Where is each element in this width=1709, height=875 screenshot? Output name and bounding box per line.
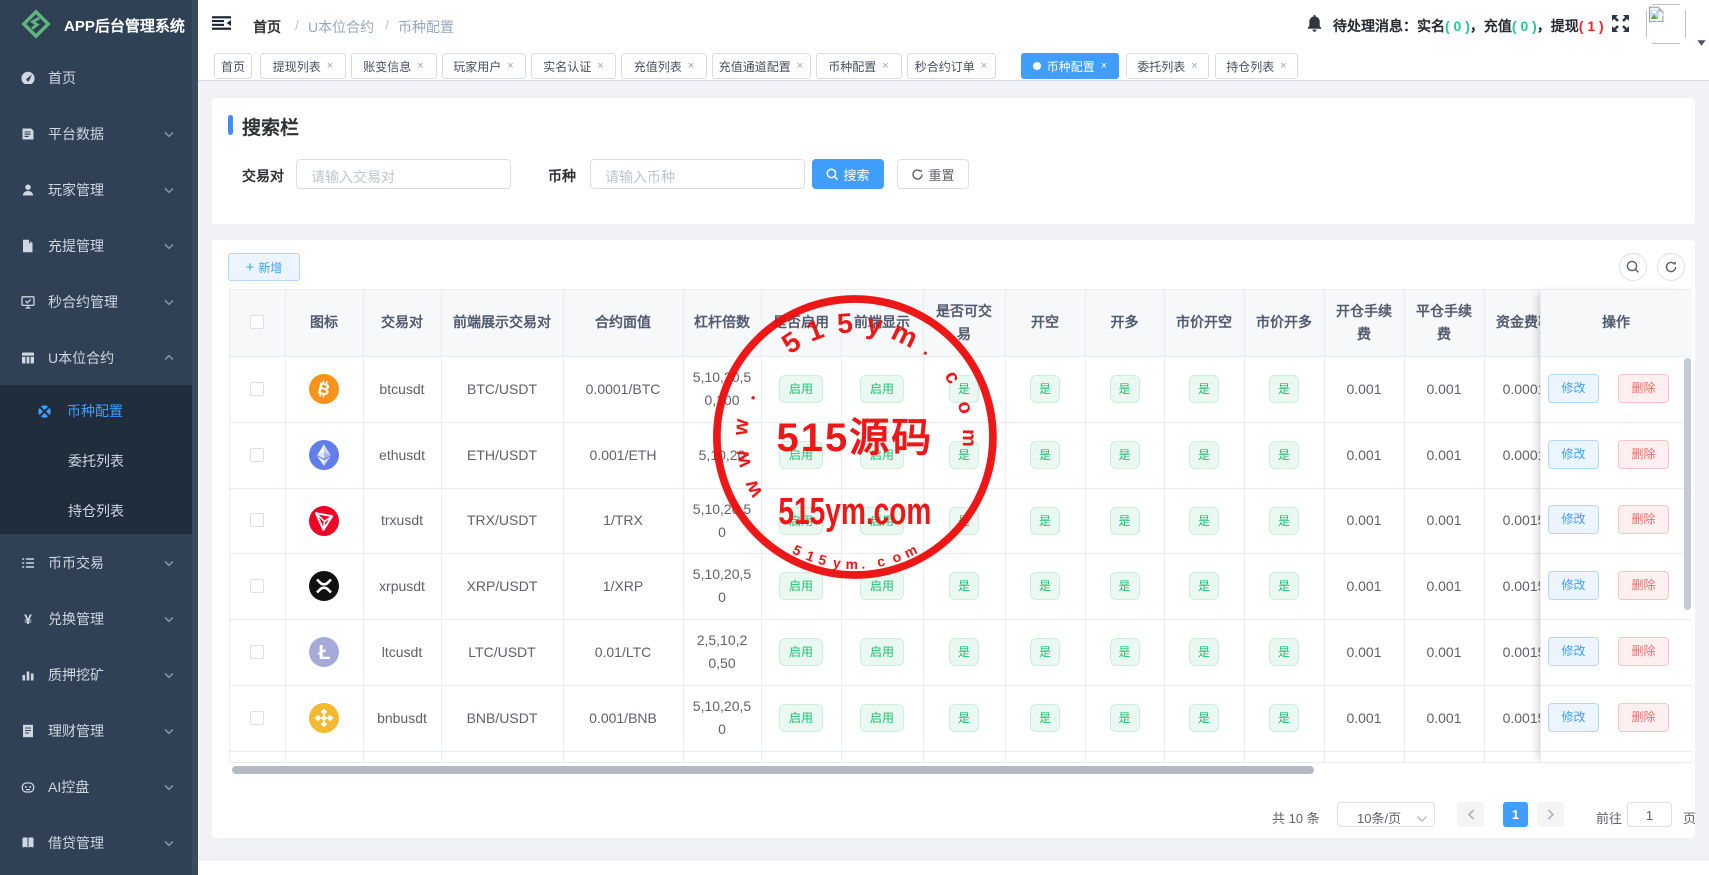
svg-text:¥: ¥ (24, 611, 32, 627)
svg-text:Ł: Ł (318, 642, 330, 664)
